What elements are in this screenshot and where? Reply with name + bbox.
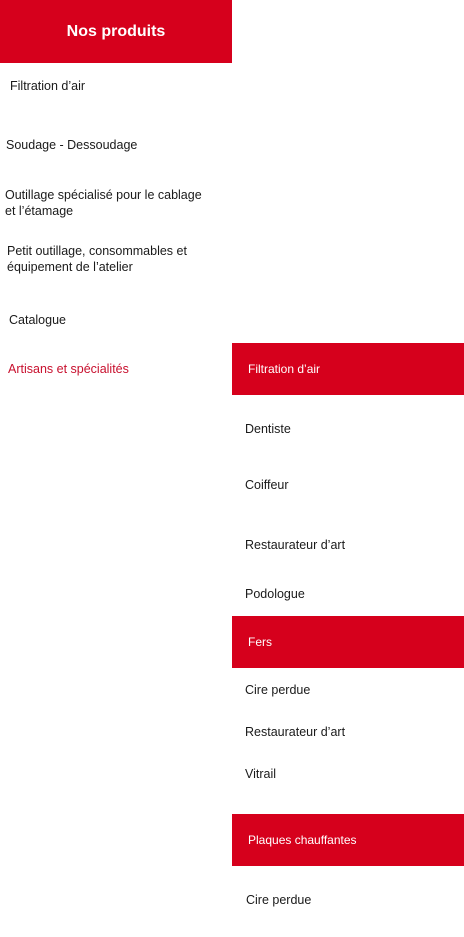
menu-item-petit-outillage[interactable]: Petit outillage, consommables et équipem… xyxy=(7,243,229,275)
subitem-coiffeur[interactable]: Coiffeur xyxy=(245,478,289,492)
submenu-panel: Filtration d’air Dentiste Coiffeur Resta… xyxy=(232,0,464,937)
section-title: Filtration d’air xyxy=(248,362,321,376)
menu-header: Nos produits xyxy=(0,0,232,63)
subitem-cire-perdue[interactable]: Cire perdue xyxy=(245,683,310,697)
menu-item-artisans[interactable]: Artisans et spécialités xyxy=(8,361,129,377)
section-fers[interactable]: Fers xyxy=(232,616,464,668)
page: Nos produits Filtration d’air Soudage - … xyxy=(0,0,464,937)
subitem-podologue[interactable]: Podologue xyxy=(245,587,305,601)
section-plaques[interactable]: Plaques chauffantes xyxy=(232,814,464,866)
subitem-cire-perdue[interactable]: Cire perdue xyxy=(246,893,311,907)
section-filtration[interactable]: Filtration d’air xyxy=(232,343,464,395)
section-title: Plaques chauffantes xyxy=(248,833,357,847)
menu-item-outillage[interactable]: Outillage spécialisé pour le cablage et … xyxy=(5,187,227,219)
menu-item-catalogue[interactable]: Catalogue xyxy=(9,312,66,328)
menu-item-filtration[interactable]: Filtration d’air xyxy=(10,78,85,94)
subitem-restaurateur[interactable]: Restaurateur d’art xyxy=(245,725,345,739)
section-title: Fers xyxy=(248,635,272,649)
subitem-dentiste[interactable]: Dentiste xyxy=(245,422,291,436)
subitem-restaurateur[interactable]: Restaurateur d’art xyxy=(245,538,345,552)
menu-title: Nos produits xyxy=(66,22,166,40)
menu-item-soudage[interactable]: Soudage - Dessoudage xyxy=(6,137,137,153)
subitem-vitrail[interactable]: Vitrail xyxy=(245,767,276,781)
